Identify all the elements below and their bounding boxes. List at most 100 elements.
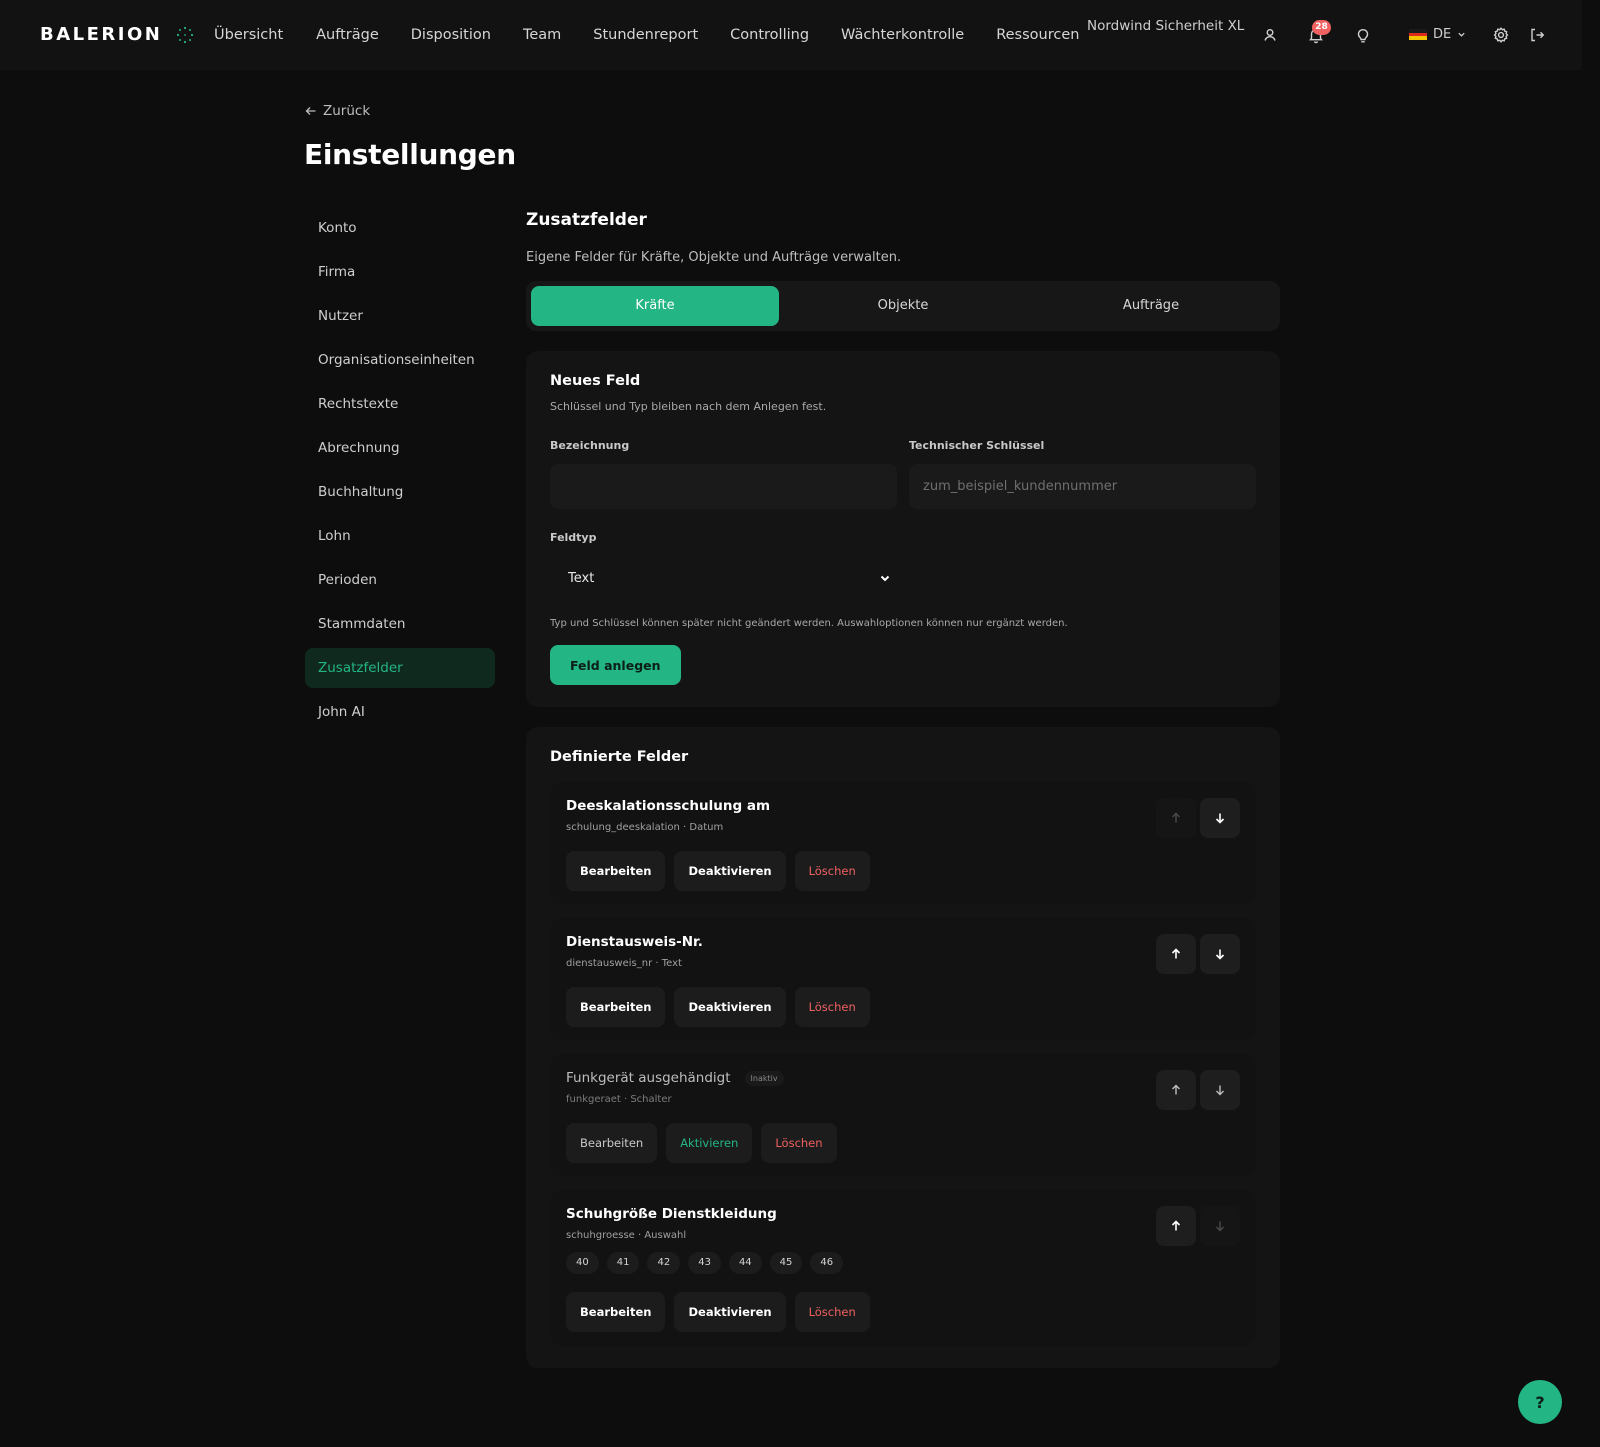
sidebar-item-abrechnung[interactable]: Abrechnung (305, 428, 495, 468)
sidebar-item-rechtstexte[interactable]: Rechtstexte (305, 384, 495, 424)
nav-item-stundenreport[interactable]: Stundenreport (593, 27, 698, 43)
create-field-button[interactable]: Feld anlegen (550, 645, 681, 685)
defined-fields-title: Definierte Felder (550, 749, 689, 765)
nav-item-team[interactable]: Team (523, 27, 561, 43)
field-item: Funkgerät ausgehändigt Inaktiv funkgerae… (550, 1054, 1256, 1177)
sidebar-item-konto[interactable]: Konto (305, 208, 495, 248)
user-icon[interactable] (1260, 25, 1280, 45)
arrow-up-icon (1170, 948, 1182, 960)
field-name: Dienstausweis-Nr. (566, 934, 703, 950)
main-nav: Übersicht Aufträge Disposition Team Stun… (214, 0, 1111, 70)
edit-button[interactable]: Bearbeiten (566, 1123, 658, 1163)
arrow-up-icon (1170, 1084, 1182, 1096)
arrow-up-icon (1170, 812, 1182, 824)
edit-button[interactable]: Bearbeiten (566, 987, 666, 1027)
top-bar: BALERION Übersicht Aufträge Disposition … (0, 0, 1582, 70)
tab-objekte[interactable]: Objekte (779, 286, 1027, 326)
sidebar-item-buchhaltung[interactable]: Buchhaltung (305, 472, 495, 512)
arrow-up-icon (1170, 1220, 1182, 1232)
sidebar-item-zusatzfelder[interactable]: Zusatzfelder (305, 648, 495, 688)
nav-item-waechterkontrolle[interactable]: Wächterkontrolle (841, 27, 964, 43)
key-field-label: Technischer Schlüssel (909, 439, 1045, 452)
deactivate-button[interactable]: Deaktivieren (674, 987, 786, 1027)
field-item: Dienstausweis-Nr. dienstausweis_nr · Tex… (550, 918, 1256, 1041)
logout-icon[interactable] (1527, 25, 1547, 45)
tab-kraefte[interactable]: Kräfte (531, 286, 779, 326)
deactivate-button[interactable]: Deaktivieren (674, 1292, 786, 1332)
arrow-left-icon (305, 105, 317, 117)
defined-fields-list: Deeskalationsschulung am schulung_deeska… (550, 782, 1256, 1346)
move-up-button[interactable] (1156, 1070, 1196, 1110)
tab-auftraege[interactable]: Aufträge (1027, 286, 1275, 326)
delete-button[interactable]: Löschen (794, 1292, 870, 1332)
option-chip: 45 (769, 1252, 803, 1274)
edit-button[interactable]: Bearbeiten (566, 1292, 666, 1332)
logo[interactable]: BALERION (40, 24, 194, 45)
defined-fields-card: Definierte Felder Deeskalationsschulung … (526, 727, 1280, 1368)
field-meta: dienstausweis_nr · Text (566, 958, 682, 969)
lightbulb-icon[interactable] (1353, 25, 1373, 45)
label-field-label: Bezeichnung (550, 439, 630, 452)
nav-item-uebersicht[interactable]: Übersicht (214, 27, 283, 43)
move-up-button[interactable] (1156, 798, 1196, 838)
type-select-value: Text (568, 571, 595, 586)
type-select[interactable]: Text (550, 556, 899, 601)
nav-item-disposition[interactable]: Disposition (411, 27, 491, 43)
label-input[interactable] (550, 464, 897, 509)
back-label: Zurück (323, 103, 371, 119)
chevron-down-icon (1457, 30, 1466, 39)
field-name: Funkgerät ausgehändigt (566, 1070, 731, 1086)
field-item: Schuhgröße Dienstkleidung schuhgroesse ·… (550, 1190, 1256, 1346)
sidebar-item-firma[interactable]: Firma (305, 252, 495, 292)
field-meta: funkgeraet · Schalter (566, 1094, 672, 1105)
new-field-title: Neues Feld (550, 373, 641, 389)
sidebar-item-perioden[interactable]: Perioden (305, 560, 495, 600)
nav-item-controlling[interactable]: Controlling (730, 27, 809, 43)
move-down-button[interactable] (1200, 1206, 1240, 1246)
move-down-button[interactable] (1200, 934, 1240, 974)
delete-button[interactable]: Löschen (794, 851, 870, 891)
field-meta: schulung_deeskalation · Datum (566, 822, 724, 833)
arrow-down-icon (1214, 948, 1226, 960)
option-chip: 46 (810, 1252, 844, 1274)
gear-icon[interactable] (1491, 25, 1511, 45)
brand-name: BALERION (40, 24, 163, 45)
company-name[interactable]: Nordwind Sicherheit XL (1087, 18, 1244, 34)
new-field-card: Neues Feld Schlüssel und Typ bleiben nac… (526, 351, 1280, 707)
delete-button[interactable]: Löschen (794, 987, 870, 1027)
key-input[interactable] (909, 464, 1256, 509)
new-field-hint: Typ und Schlüssel können später nicht ge… (550, 618, 1068, 629)
page-title: Einstellungen (304, 138, 516, 171)
delete-button[interactable]: Löschen (761, 1123, 837, 1163)
logo-dots-icon (176, 26, 194, 44)
help-button[interactable]: ? (1518, 1380, 1562, 1424)
field-meta: schuhgroesse · Auswahl (566, 1230, 687, 1241)
field-item: Deeskalationsschulung am schulung_deeska… (550, 782, 1256, 905)
sidebar-item-john-ai[interactable]: John AI (305, 692, 495, 732)
nav-item-ressourcen[interactable]: Ressourcen (996, 27, 1079, 43)
sidebar-item-stammdaten[interactable]: Stammdaten (305, 604, 495, 644)
option-chip: 40 (566, 1252, 599, 1274)
arrow-down-icon (1214, 1220, 1226, 1232)
move-up-button[interactable] (1156, 934, 1196, 974)
arrow-down-icon (1214, 1084, 1226, 1096)
language-label: DE (1433, 27, 1452, 42)
back-link[interactable]: Zurück (305, 103, 370, 119)
edit-button[interactable]: Bearbeiten (566, 851, 666, 891)
activate-button[interactable]: Aktivieren (666, 1123, 753, 1163)
sidebar-item-organisationseinheiten[interactable]: Organisationseinheiten (305, 340, 495, 380)
language-switcher[interactable]: DE (1409, 27, 1466, 42)
deactivate-button[interactable]: Deaktivieren (674, 851, 786, 891)
flag-de-icon (1409, 29, 1427, 41)
field-name: Schuhgröße Dienstkleidung (566, 1206, 777, 1222)
field-name: Deeskalationsschulung am (566, 798, 771, 814)
inactive-badge: Inaktiv (744, 1070, 784, 1086)
sidebar-item-lohn[interactable]: Lohn (305, 516, 495, 556)
nav-item-auftraege[interactable]: Aufträge (316, 27, 379, 43)
move-up-button[interactable] (1156, 1206, 1196, 1246)
section-subtitle: Eigene Felder für Kräfte, Objekte und Au… (526, 250, 902, 265)
move-down-button[interactable] (1200, 798, 1240, 838)
sidebar-item-nutzer[interactable]: Nutzer (305, 296, 495, 336)
entity-tabs: Kräfte Objekte Aufträge (526, 281, 1280, 331)
move-down-button[interactable] (1200, 1070, 1240, 1110)
